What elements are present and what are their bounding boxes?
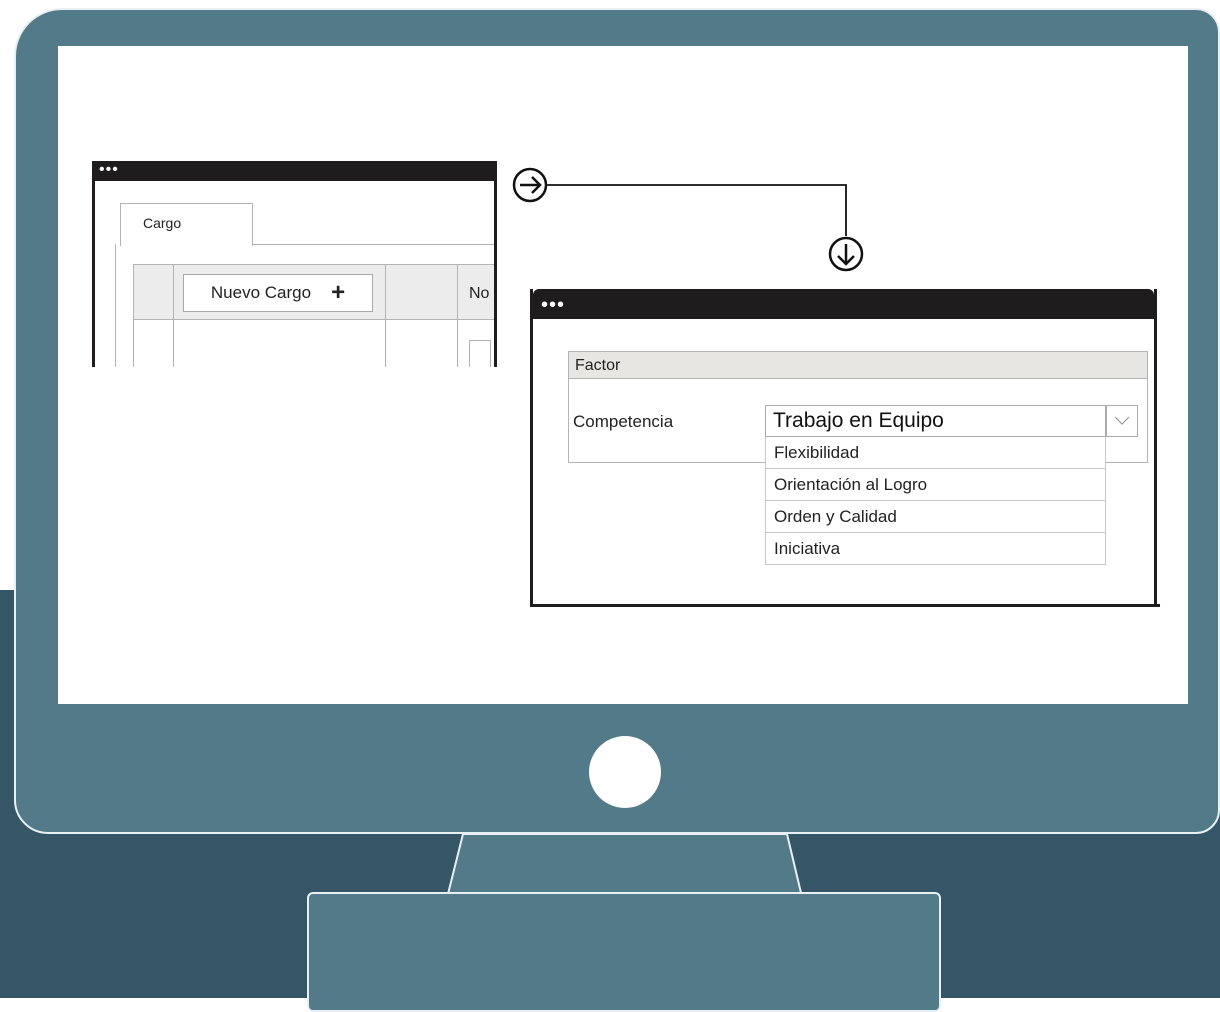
table-column-divider (385, 264, 386, 367)
option-flexibilidad[interactable]: Flexibilidad (765, 437, 1106, 469)
table-border (133, 320, 134, 367)
chevron-down-icon (1114, 416, 1130, 425)
tab-cargo-label: Cargo (143, 215, 182, 231)
window-bottom-border (533, 604, 1160, 607)
competencia-label: Competencia (573, 412, 674, 431)
tab-underline (250, 244, 494, 245)
table-column-divider (457, 264, 458, 367)
option-iniciativa[interactable]: Iniciativa (765, 533, 1106, 565)
nuevo-cargo-label: Nuevo Cargo (210, 283, 312, 302)
nuevo-cargo-button[interactable]: Nuevo Cargo + (183, 274, 373, 312)
competencia-options-list: Flexibilidad Orientación al Logro Orden … (765, 437, 1106, 565)
window-controls-icon[interactable]: ••• (99, 162, 119, 178)
dropdown-toggle-button[interactable] (1106, 405, 1138, 437)
power-button[interactable] (589, 736, 661, 808)
option-orden-y-calidad[interactable]: Orden y Calidad (765, 501, 1106, 533)
competencia-selected-value: Trabajo en Equipo (773, 409, 944, 432)
plus-icon: + (331, 279, 346, 306)
cargo-window: ••• Cargo Nuevo Cargo + No (92, 161, 497, 367)
table-cell-control[interactable] (469, 340, 491, 367)
table-column-divider (173, 264, 174, 367)
factor-window: ••• Factor Competencia Trabajo en Equipo… (530, 289, 1160, 607)
column-header-partial: No (469, 285, 490, 302)
tab-cargo[interactable] (120, 203, 253, 246)
window-titlebar: ••• (95, 161, 494, 181)
factor-panel-header (568, 351, 1148, 379)
option-orientacion-al-logro[interactable]: Orientación al Logro (765, 469, 1106, 501)
monitor-base (307, 892, 941, 1012)
window-titlebar: ••• (533, 289, 1154, 319)
window-controls-icon[interactable]: ••• (541, 295, 565, 315)
factor-panel-title: Factor (575, 357, 621, 374)
panel-border (115, 244, 116, 367)
